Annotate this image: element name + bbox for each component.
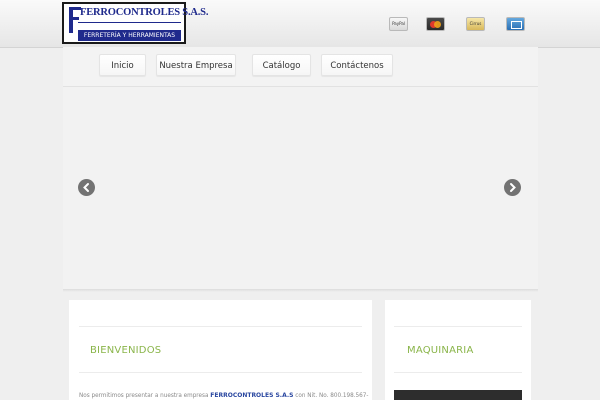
intro-text-before: Nos permitimos presentar a nuestra empre…	[79, 393, 209, 399]
welcome-title: BIENVENIDOS	[90, 345, 162, 356]
machinery-panel: MAQUINARIA	[385, 300, 531, 400]
main-nav: Inicio Nuestra Empresa Catálogo Contácte…	[63, 47, 538, 87]
main-container: Inicio Nuestra Empresa Catálogo Contácte…	[63, 47, 538, 309]
logo-divider	[78, 22, 181, 23]
mastercard-circle-orange	[434, 21, 441, 28]
welcome-panel: BIENVENIDOS Nos permitimos presentar a n…	[69, 300, 372, 400]
chevron-left-icon	[83, 183, 89, 192]
hero-slider[interactable]	[63, 87, 538, 309]
logo-company-name: FERROCONTROLES S.A.S.	[80, 7, 209, 18]
nav-item-contactenos[interactable]: Contáctenos	[321, 54, 393, 76]
amex-box	[511, 21, 522, 29]
welcome-intro: Nos permitimos presentar a nuestra empre…	[79, 392, 368, 399]
cirrus-icon: Cirrus	[466, 17, 485, 31]
panel-rule-top	[394, 326, 522, 327]
chevron-right-icon	[510, 183, 516, 192]
nav-item-inicio[interactable]: Inicio	[99, 54, 146, 76]
paypal-icon: PayPal	[389, 17, 408, 31]
nav-item-nuestra-empresa[interactable]: Nuestra Empresa	[156, 54, 236, 76]
panel-rule-bottom	[79, 372, 362, 373]
machinery-title: MAQUINARIA	[407, 345, 474, 356]
intro-company-link[interactable]: FERROCONTROLES S.A.S	[210, 392, 293, 399]
panel-rule-bottom	[394, 372, 522, 373]
intro-text-after: con Nit. No. 800.198.567-	[295, 393, 369, 399]
paypal-label: PayPal	[392, 21, 405, 26]
mastercard-icon	[426, 17, 445, 31]
nav-item-catalogo[interactable]: Catálogo	[252, 54, 311, 76]
section-divider	[63, 289, 538, 292]
slider-prev-button[interactable]	[78, 179, 95, 196]
logo-tagline: FERRETERÍA Y HERRAMIENTAS	[78, 30, 181, 41]
top-header: FERROCONTROLES S.A.S. FERRETERÍA Y HERRA…	[0, 0, 600, 48]
amex-icon	[506, 17, 525, 31]
machinery-image[interactable]	[394, 390, 522, 400]
cirrus-label: Cirrus	[469, 21, 482, 26]
panel-rule-top	[79, 326, 362, 327]
slider-next-button[interactable]	[504, 179, 521, 196]
ferrocontroles-logo[interactable]: FERROCONTROLES S.A.S. FERRETERÍA Y HERRA…	[62, 2, 208, 44]
